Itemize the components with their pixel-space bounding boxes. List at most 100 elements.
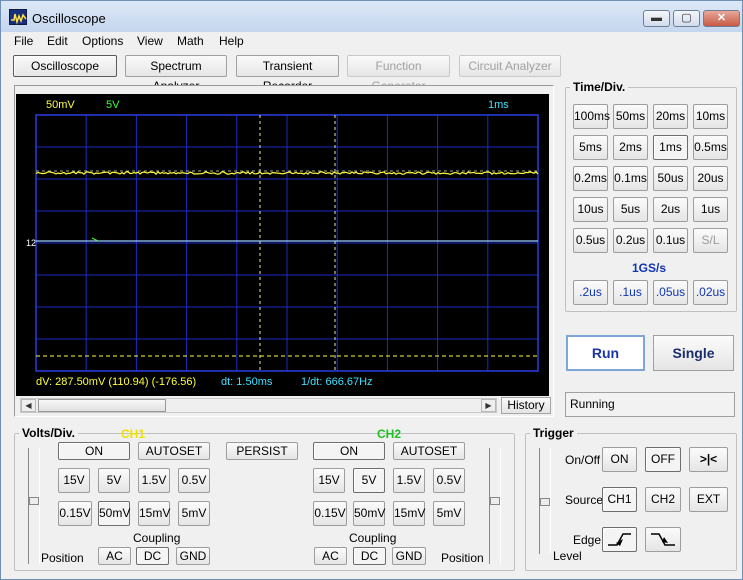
time-div-button[interactable]: 0.2ms [573, 166, 608, 191]
ch2-volts-div-button[interactable]: 5mV [433, 501, 465, 526]
time-div-button[interactable]: 0.1us [653, 228, 688, 253]
ch2-volts-div-button[interactable]: 0.15V [313, 501, 347, 526]
tab-circuit-analyzer[interactable]: Circuit Analyzer [459, 55, 561, 77]
time-div-button[interactable]: 0.5us [573, 228, 608, 253]
ch2-volts-div-button[interactable]: 5V [353, 468, 385, 493]
time-div-button[interactable]: S/L [693, 228, 728, 253]
scroll-right-arrow-icon[interactable]: ▶ [481, 399, 496, 412]
single-button[interactable]: Single [653, 335, 734, 371]
tab-function-generator[interactable]: Function Generator [347, 55, 450, 77]
ch1-position-thumb[interactable] [29, 497, 39, 505]
ch2-coupling-label: Coupling [349, 531, 396, 545]
time-div-button[interactable]: 50ms [613, 104, 648, 129]
history-button[interactable]: History [501, 397, 551, 414]
ch2-position-thumb[interactable] [490, 497, 500, 505]
ch1-ac-button[interactable]: AC [98, 547, 131, 565]
trigger-level-thumb[interactable] [540, 498, 550, 506]
menu-math[interactable]: Math [177, 34, 204, 48]
time-div-title: Time/Div. [570, 80, 628, 94]
tab-oscilloscope[interactable]: Oscilloscope [13, 55, 117, 77]
menu-file[interactable]: File [14, 34, 33, 48]
horizontal-scrollbar[interactable]: ◀ ▶ [20, 398, 497, 413]
ch1-volts-div-button[interactable]: 5V [98, 468, 130, 493]
menu-options[interactable]: Options [82, 34, 123, 48]
trigger-cursor-button[interactable]: >|< [689, 447, 728, 472]
ch1-label: CH1 [121, 427, 145, 441]
close-button[interactable]: ✕ [703, 10, 740, 27]
tab-transient-recorder[interactable]: Transient Recorder [236, 55, 339, 77]
ch1-autoset-button[interactable]: AUTOSET [138, 442, 210, 460]
time-div-button[interactable]: 1us [693, 197, 728, 222]
ch2-volts-div-button[interactable]: 0.5V [433, 468, 465, 493]
ch1-dc-button[interactable]: DC [136, 547, 169, 565]
scope-screen[interactable]: 50mV 5V 1ms 12 dV: 287.50mV (110.94) (-1… [16, 94, 549, 396]
time-div-button[interactable]: 2us [653, 197, 688, 222]
ch2-label: CH2 [377, 427, 401, 441]
trigger-source-ext-button[interactable]: EXT [689, 487, 728, 512]
oscilloscope-app-icon [9, 9, 27, 25]
ch2-ac-button[interactable]: AC [314, 547, 347, 565]
inverse-dt-readout: 1/dt: 666.67Hz [301, 376, 373, 388]
minimize-button[interactable]: ▬ [643, 10, 670, 27]
ch1-scale-label: 50mV [46, 99, 75, 111]
dt-readout: dt: 1.50ms [221, 376, 272, 388]
scroll-left-arrow-icon[interactable]: ◀ [21, 399, 36, 412]
scroll-thumb[interactable] [38, 399, 166, 412]
channel-marker: 12 [26, 238, 36, 248]
time-div-button[interactable]: 50us [653, 166, 688, 191]
ch1-volts-div-button[interactable]: 0.5V [178, 468, 210, 493]
menu-view[interactable]: View [137, 34, 163, 48]
time-div-button[interactable]: 0.1ms [613, 166, 648, 191]
ch1-on-button[interactable]: ON [58, 442, 130, 460]
volts-div-title: Volts/Div. [19, 426, 78, 440]
ch1-volts-div-button[interactable]: 5mV [178, 501, 210, 526]
run-button[interactable]: Run [566, 335, 645, 371]
time-div-button[interactable]: 1ms [653, 135, 688, 160]
time-div-button[interactable]: 5ms [573, 135, 608, 160]
trigger-source-ch2-button[interactable]: CH2 [645, 487, 681, 512]
falling-edge-icon[interactable] [645, 527, 681, 552]
trigger-on-button[interactable]: ON [602, 447, 637, 472]
ch1-position-slider[interactable] [28, 448, 40, 564]
rising-edge-icon[interactable] [602, 527, 637, 552]
time-div-button[interactable]: 5us [613, 197, 648, 222]
time-div-button[interactable]: 100ms [573, 104, 608, 129]
ch1-volts-div-button[interactable]: 50mV [98, 501, 130, 526]
ch2-position-slider[interactable] [489, 448, 501, 564]
ch1-gnd-button[interactable]: GND [176, 547, 210, 565]
ch2-volts-div-button[interactable]: 50mV [353, 501, 385, 526]
menu-edit[interactable]: Edit [47, 34, 68, 48]
ch2-autoset-button[interactable]: AUTOSET [393, 442, 465, 460]
trigger-level-slider[interactable] [539, 448, 551, 554]
persist-button[interactable]: PERSIST [226, 442, 298, 460]
ch1-volts-div-button[interactable]: 15V [58, 468, 90, 493]
time-div-button[interactable]: 10ms [693, 104, 728, 129]
time-div-button[interactable]: 0.2us [613, 228, 648, 253]
time-div-button[interactable]: 10us [573, 197, 608, 222]
trigger-off-button[interactable]: OFF [645, 447, 681, 472]
menu-help[interactable]: Help [219, 34, 244, 48]
trigger-source-ch1-button[interactable]: CH1 [602, 487, 637, 512]
ch1-volts-div-button[interactable]: 0.15V [58, 501, 92, 526]
fast-time-div-button[interactable]: .2us [573, 280, 608, 305]
ch2-volts-div-button[interactable]: 15V [313, 468, 345, 493]
ch2-volts-div-button[interactable]: 15mV [393, 501, 425, 526]
tab-spectrum-analyzer[interactable]: Spectrum Analyzer [125, 55, 227, 77]
ch2-on-button[interactable]: ON [313, 442, 385, 460]
ch1-coupling-label: Coupling [133, 531, 180, 545]
time-div-button[interactable]: 2ms [613, 135, 648, 160]
dv-readout: dV: 287.50mV (110.94) (-176.56) [36, 376, 196, 388]
time-div-button[interactable]: 20ms [653, 104, 688, 129]
time-div-button[interactable]: 20us [693, 166, 728, 191]
ch2-dc-button[interactable]: DC [353, 547, 386, 565]
ch2-gnd-button[interactable]: GND [392, 547, 426, 565]
ch1-volts-div-button[interactable]: 15mV [138, 501, 170, 526]
time-div-button[interactable]: 0.5ms [693, 135, 728, 160]
ch2-volts-div-button[interactable]: 1.5V [393, 468, 425, 493]
fast-time-div-button[interactable]: .05us [653, 280, 688, 305]
maximize-button[interactable]: ▢ [673, 10, 700, 27]
fast-time-div-button[interactable]: .1us [613, 280, 648, 305]
waveform-display [16, 94, 549, 396]
ch1-volts-div-button[interactable]: 1.5V [138, 468, 170, 493]
fast-time-div-button[interactable]: .02us [693, 280, 728, 305]
